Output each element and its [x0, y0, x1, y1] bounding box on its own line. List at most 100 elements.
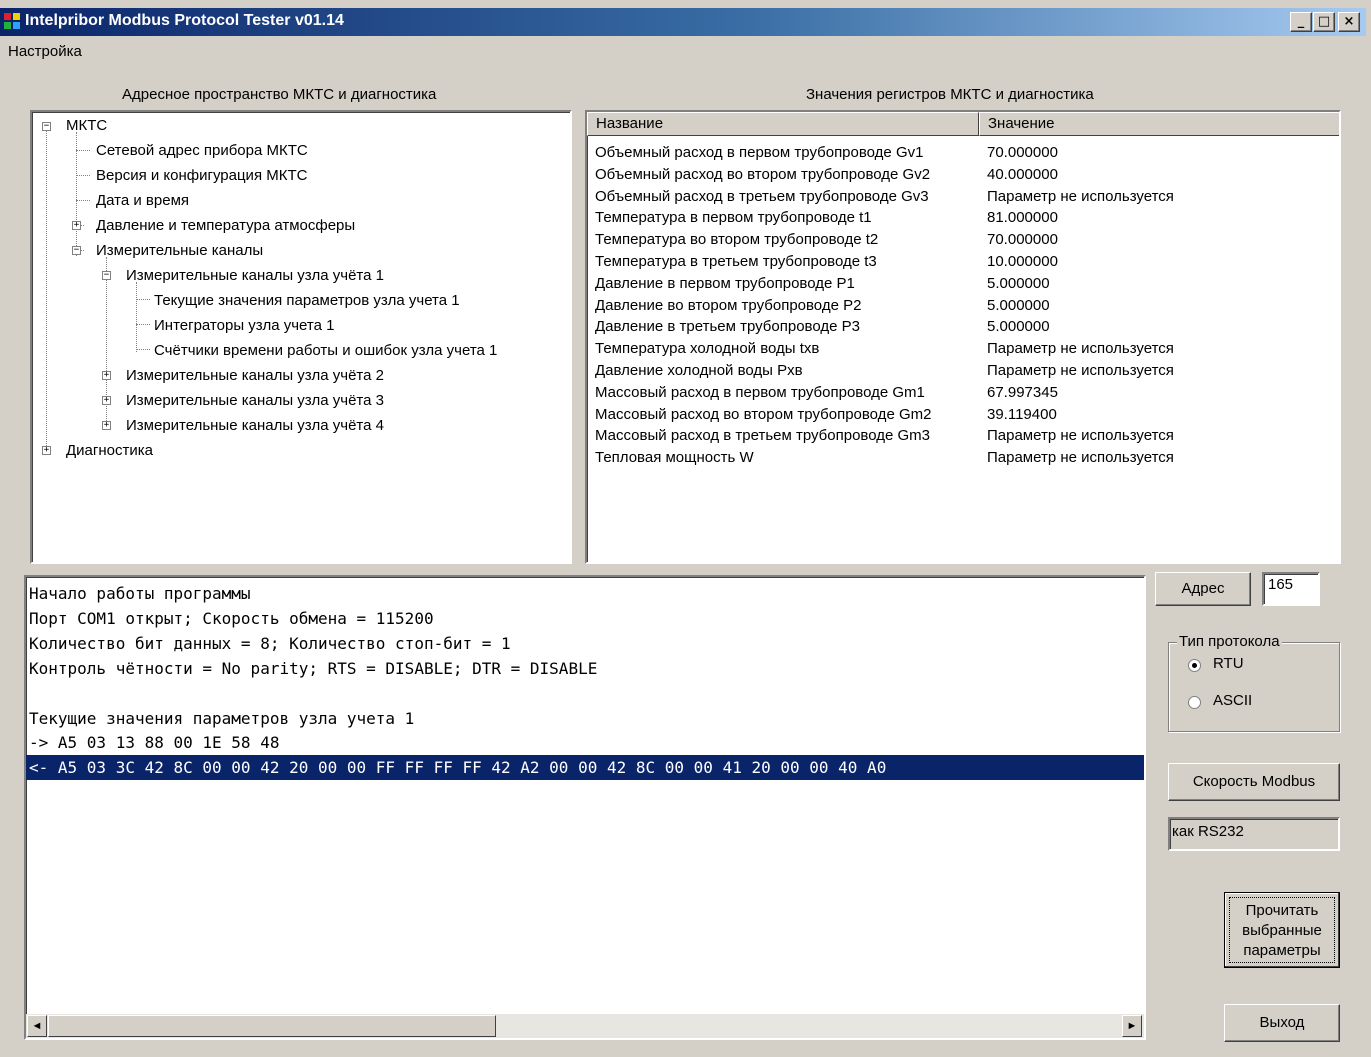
log-line[interactable]: Контроль чётности = No parity; RTS = DIS…	[29, 656, 597, 681]
menu-bar: Настройка	[0, 38, 1371, 68]
scroll-left-icon[interactable]: ◄	[27, 1015, 47, 1037]
register-name[interactable]: Объемный расход в первом трубопроводе Gv…	[595, 142, 923, 164]
menu-settings[interactable]: Настройка	[8, 43, 82, 60]
register-name[interactable]: Тепловая мощность W	[595, 447, 754, 469]
expand-icon[interactable]: +	[42, 446, 51, 455]
register-name[interactable]: Давление в третьем трубопроводе P3	[595, 316, 860, 338]
register-value[interactable]: Параметр не используется	[987, 186, 1174, 208]
scroll-right-icon[interactable]: ►	[1122, 1015, 1142, 1037]
title-bar[interactable]: Intelpribor Modbus Protocol Tester v01.1…	[0, 8, 1366, 36]
log-line[interactable]: Порт COM1 открыт; Скорость обмена = 1152…	[29, 606, 434, 631]
address-button[interactable]: Адрес	[1155, 572, 1251, 606]
register-value[interactable]: 70.000000	[987, 142, 1058, 164]
exit-button[interactable]: Выход	[1224, 1004, 1340, 1042]
tree-node-node2[interactable]: Измерительные каналы узла учёта 2	[126, 367, 384, 385]
modbus-app-icon	[3, 12, 21, 30]
tree-node-node3[interactable]: Измерительные каналы узла учёта 3	[126, 392, 384, 410]
protocol-group-label: Тип протокола	[1177, 633, 1282, 650]
register-value[interactable]: 70.000000	[987, 229, 1058, 251]
collapse-icon[interactable]: −	[102, 271, 111, 280]
log-output[interactable]: Начало работы программы Порт COM1 открыт;…	[24, 575, 1146, 1040]
register-name[interactable]: Объемный расход в третьем трубопроводе G…	[595, 186, 929, 208]
close-button[interactable]: ×	[1338, 12, 1360, 32]
tree-connector	[46, 130, 47, 452]
horizontal-scrollbar[interactable]: ◄ ►	[26, 1014, 1144, 1038]
register-name[interactable]: Объемный расход во втором трубопроводе G…	[595, 164, 930, 186]
register-value[interactable]: 81.000000	[987, 207, 1058, 229]
register-name[interactable]: Температура в третьем трубопроводе t3	[595, 251, 877, 273]
address-tree[interactable]: − МКТС Сетевой адрес прибора МКТС Версия…	[30, 110, 572, 564]
register-name[interactable]: Давление во втором трубопроводе P2	[595, 295, 861, 317]
log-line[interactable]: Количество бит данных = 8; Количество ст…	[29, 631, 511, 656]
tree-connector	[76, 175, 90, 176]
tree-connector	[136, 349, 150, 350]
rtu-label[interactable]: RTU	[1213, 655, 1244, 672]
register-name[interactable]: Массовый расход в третьем трубопроводе G…	[595, 425, 930, 447]
address-input[interactable]: 165	[1262, 572, 1320, 606]
expand-icon[interactable]: +	[72, 221, 81, 230]
tree-node-measuring-channels[interactable]: Измерительные каналы	[96, 242, 263, 260]
log-line[interactable]: -> A5 03 13 88 00 1E 58 48	[29, 730, 279, 755]
register-name[interactable]: Температура холодной воды txв	[595, 338, 819, 360]
tree-connector	[136, 299, 150, 300]
register-value[interactable]: Параметр не используется	[987, 425, 1174, 447]
register-value[interactable]: 5.000000	[987, 273, 1050, 295]
minimize-button[interactable]: _	[1290, 12, 1312, 32]
maximize-button[interactable]: □	[1313, 12, 1335, 32]
tree-node-current-values[interactable]: Текущие значения параметров узла учета 1	[154, 292, 460, 310]
registers-panel-caption: Значения регистров МКТС и диагностика	[806, 86, 1094, 103]
column-header-value[interactable]: Значение	[979, 112, 1339, 136]
tree-node-integrators[interactable]: Интеграторы узла учета 1	[154, 317, 334, 335]
register-name[interactable]: Давление в первом трубопроводе P1	[595, 273, 855, 295]
main-window: Intelpribor Modbus Protocol Tester v01.1…	[0, 0, 1371, 1057]
tree-connector	[76, 200, 90, 201]
read-button-line3: параметры	[1243, 942, 1321, 959]
speed-value-field: как RS232	[1168, 817, 1340, 851]
register-name[interactable]: Массовый расход во втором трубопроводе G…	[595, 404, 931, 426]
ascii-label[interactable]: ASCII	[1213, 692, 1252, 709]
tree-node-node1[interactable]: Измерительные каналы узла учёта 1	[126, 267, 384, 285]
register-name[interactable]: Массовый расход в первом трубопроводе Gm…	[595, 382, 925, 404]
register-value[interactable]: 5.000000	[987, 316, 1050, 338]
tree-node-version[interactable]: Версия и конфигурация МКТС	[96, 167, 307, 185]
register-value[interactable]: 67.997345	[987, 382, 1058, 404]
tree-node-diagnostics[interactable]: Диагностика	[66, 442, 153, 460]
expand-icon[interactable]: +	[102, 421, 111, 430]
register-value[interactable]: Параметр не используется	[987, 360, 1174, 382]
tree-node-node4[interactable]: Измерительные каналы узла учёта 4	[126, 417, 384, 435]
scrollbar-thumb[interactable]	[48, 1015, 496, 1037]
modbus-speed-button[interactable]: Скорость Modbus	[1168, 763, 1340, 801]
tree-node-mkts[interactable]: МКТС	[66, 117, 107, 135]
radio-selected-icon	[1192, 663, 1197, 668]
register-name[interactable]: Температура во втором трубопроводе t2	[595, 229, 878, 251]
register-value[interactable]: 5.000000	[987, 295, 1050, 317]
protocol-group: Тип протокола RTU ASCII	[1168, 633, 1340, 732]
register-value[interactable]: Параметр не используется	[987, 338, 1174, 360]
register-value[interactable]: 40.000000	[987, 164, 1058, 186]
expand-icon[interactable]: +	[102, 371, 111, 380]
register-name[interactable]: Давление холодной воды Pxв	[595, 360, 803, 382]
register-name[interactable]: Температура в первом трубопроводе t1	[595, 207, 872, 229]
tree-node-counters[interactable]: Счётчики времени работы и ошибок узла уч…	[154, 342, 497, 360]
tree-connector	[136, 324, 150, 325]
read-button-line1: Прочитать	[1245, 902, 1319, 919]
tree-panel-caption: Адресное пространство МКТС и диагностика	[122, 86, 437, 103]
log-line[interactable]: <- A5 03 3C 42 8C 00 00 42 20 00 00 FF F…	[26, 755, 1144, 781]
tree-node-atmosphere[interactable]: Давление и температура атмосферы	[96, 217, 355, 235]
register-value[interactable]: Параметр не используется	[987, 447, 1174, 469]
tree-node-datetime[interactable]: Дата и время	[96, 192, 189, 210]
collapse-icon[interactable]: −	[42, 122, 51, 131]
log-line[interactable]: Начало работы программы	[29, 581, 251, 606]
register-value[interactable]: 39.119400	[987, 404, 1057, 426]
read-selected-button[interactable]: Прочитать выбранные параметры	[1224, 892, 1340, 968]
ascii-radio[interactable]	[1188, 696, 1201, 709]
tree-node-network-address[interactable]: Сетевой адрес прибора МКТС	[96, 142, 308, 160]
expand-icon[interactable]: +	[102, 396, 111, 405]
tree-connector	[76, 150, 90, 151]
registers-listview[interactable]: Название Значение Объемный расход в перв…	[585, 110, 1341, 564]
log-line[interactable]: Текущие значения параметров узла учета 1	[29, 706, 414, 731]
collapse-icon[interactable]: −	[72, 246, 81, 255]
register-value[interactable]: 10.000000	[987, 251, 1058, 273]
column-header-name[interactable]: Название	[587, 112, 979, 136]
rtu-radio[interactable]	[1188, 659, 1201, 672]
